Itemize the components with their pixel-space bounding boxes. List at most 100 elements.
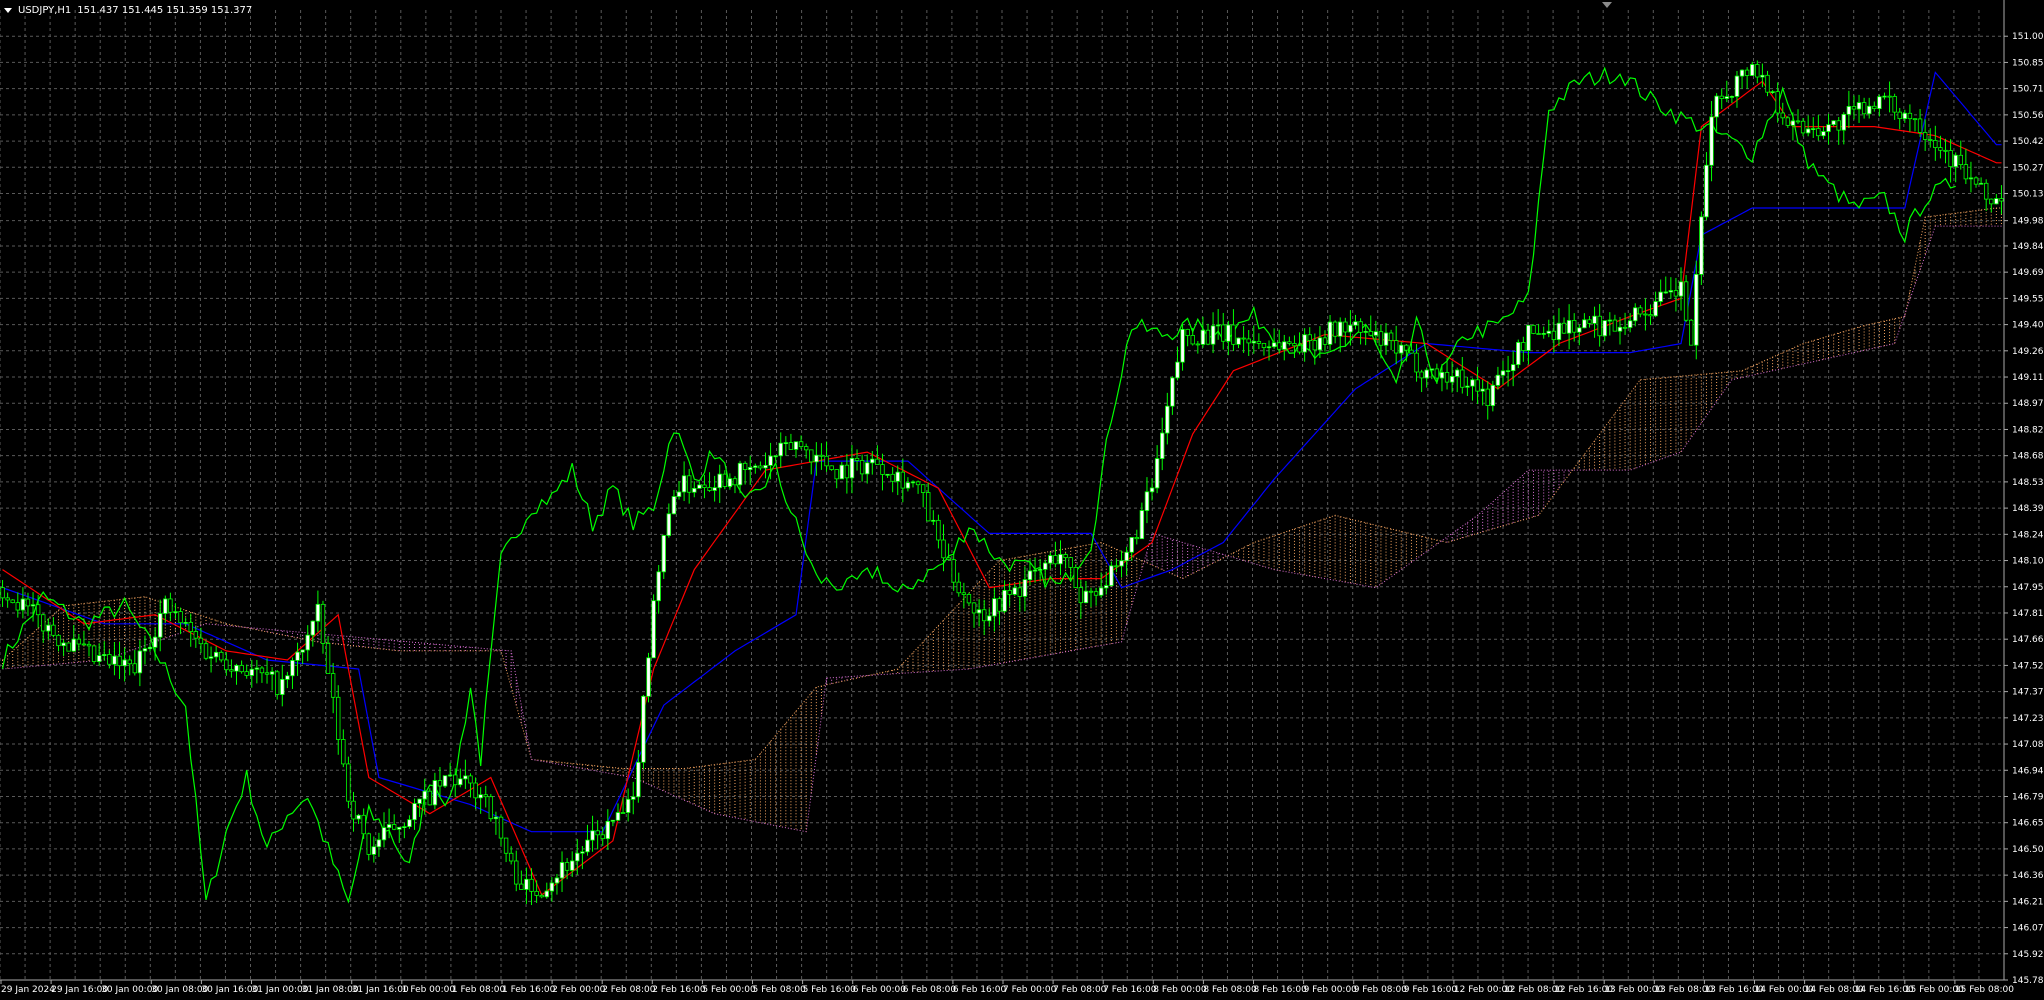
candle-body (1775, 91, 1780, 114)
candle-body (1170, 377, 1175, 407)
candle-body (1104, 585, 1109, 589)
candle-body (254, 667, 260, 670)
y-tick-label: 149.405 (2012, 321, 2044, 331)
candle-body (132, 663, 137, 674)
x-tick-label: 8 Feb 08:00 (1203, 985, 1257, 995)
candle-body (183, 622, 188, 624)
candle-body (1928, 139, 1933, 141)
chart-shift-marker-icon[interactable] (1602, 2, 1612, 8)
x-tick-label: 5 Feb 00:00 (702, 985, 756, 995)
candle-body (1246, 338, 1251, 344)
candle-body (900, 471, 906, 489)
candle-body (844, 464, 850, 479)
candle-body (1434, 368, 1440, 379)
candle-body (1719, 95, 1724, 99)
candle-body (1007, 589, 1012, 595)
candle-body (1694, 273, 1699, 346)
y-tick-label: 148.970 (2012, 399, 2044, 409)
y-tick-label: 148.245 (2012, 530, 2044, 540)
candle-body (336, 696, 341, 740)
candle-body (1378, 331, 1384, 346)
candle-body (1154, 458, 1160, 489)
candle-body (651, 600, 656, 659)
candle-body (417, 798, 422, 804)
candle-body (285, 675, 290, 680)
candle-body (1327, 321, 1333, 345)
x-tick-label: 1 Feb 08:00 (452, 985, 506, 995)
candle-body (158, 613, 163, 638)
candle-body (1073, 566, 1078, 588)
candle-body (1963, 164, 1969, 180)
candle-body (1800, 120, 1806, 134)
x-tick-label: 31 Jan 00:00 (252, 985, 309, 995)
candle-body (1739, 69, 1745, 77)
candle-body (15, 602, 21, 611)
candle-body (503, 837, 509, 854)
candle-body (498, 816, 504, 839)
price-chart[interactable]: 151.000 150.855 150.710 150.565 150.420 150.2… (0, 0, 2044, 1000)
candle-body (615, 812, 621, 821)
candle-body (66, 642, 71, 652)
candle-body (41, 614, 46, 632)
candle-body (1582, 319, 1587, 329)
candle-body (1617, 326, 1623, 332)
candle-body (697, 484, 702, 489)
candle-body (829, 465, 834, 470)
candle-body (1648, 314, 1653, 317)
candle-body (1215, 324, 1221, 327)
candle-body (188, 622, 193, 632)
candle-body (1465, 385, 1470, 388)
candle-body (1460, 369, 1465, 388)
x-tick-label: 6 Feb 08:00 (903, 985, 957, 995)
candle-body (341, 739, 346, 765)
candle-body (1536, 333, 1541, 335)
candle-body (1546, 330, 1551, 334)
candle-body (163, 598, 168, 614)
x-tick-label: 7 Feb 00:00 (1003, 985, 1057, 995)
candle-body (1231, 324, 1236, 345)
y-tick-label: 147.520 (2012, 661, 2044, 671)
candle-body (295, 651, 300, 661)
candle-body (1266, 346, 1272, 349)
candle-body (671, 496, 677, 515)
candle-body (951, 559, 956, 583)
candle-body (1572, 320, 1577, 333)
y-tick-label: 150.855 (2012, 58, 2044, 68)
candle-body (1561, 322, 1567, 334)
candle-body (702, 484, 707, 488)
candle-body (875, 458, 880, 465)
candle-body (1938, 147, 1943, 151)
candle-body (1027, 570, 1033, 581)
candle-body (1383, 332, 1389, 346)
x-tick-label: 31 Jan 08:00 (302, 985, 359, 995)
candle-body (1134, 537, 1139, 540)
candle-body (1943, 149, 1948, 152)
y-tick-label: 148.535 (2012, 478, 2044, 488)
candle-body (1287, 341, 1292, 344)
candle-body (1612, 319, 1618, 332)
candle-body (966, 594, 972, 604)
chart-title-bar[interactable]: USDJPY,H1 151.437 151.445 151.359 151.37… (4, 3, 252, 17)
candle-body (381, 827, 387, 841)
candle-body (1338, 321, 1343, 337)
candle-body (768, 455, 773, 466)
x-tick-label: 6 Feb 00:00 (853, 985, 907, 995)
candle-body (219, 651, 224, 661)
candle-body (386, 824, 392, 829)
y-tick-label: 147.375 (2012, 688, 2044, 698)
candle-body (432, 780, 438, 806)
candle-body (1210, 325, 1216, 345)
y-tick-label: 146.215 (2012, 897, 2044, 907)
candle-body (1668, 290, 1674, 293)
candle-body (193, 631, 199, 639)
candle-body (1256, 340, 1262, 344)
candle-body (865, 462, 870, 475)
candle-body (1200, 329, 1206, 345)
candle-body (885, 473, 890, 476)
x-tick-label: 1 Feb 00:00 (402, 985, 456, 995)
candle-body (259, 667, 265, 674)
dropdown-arrow-icon[interactable] (4, 7, 12, 13)
candle-body (330, 673, 336, 698)
candle-body (585, 839, 590, 853)
candle-body (1602, 320, 1607, 337)
